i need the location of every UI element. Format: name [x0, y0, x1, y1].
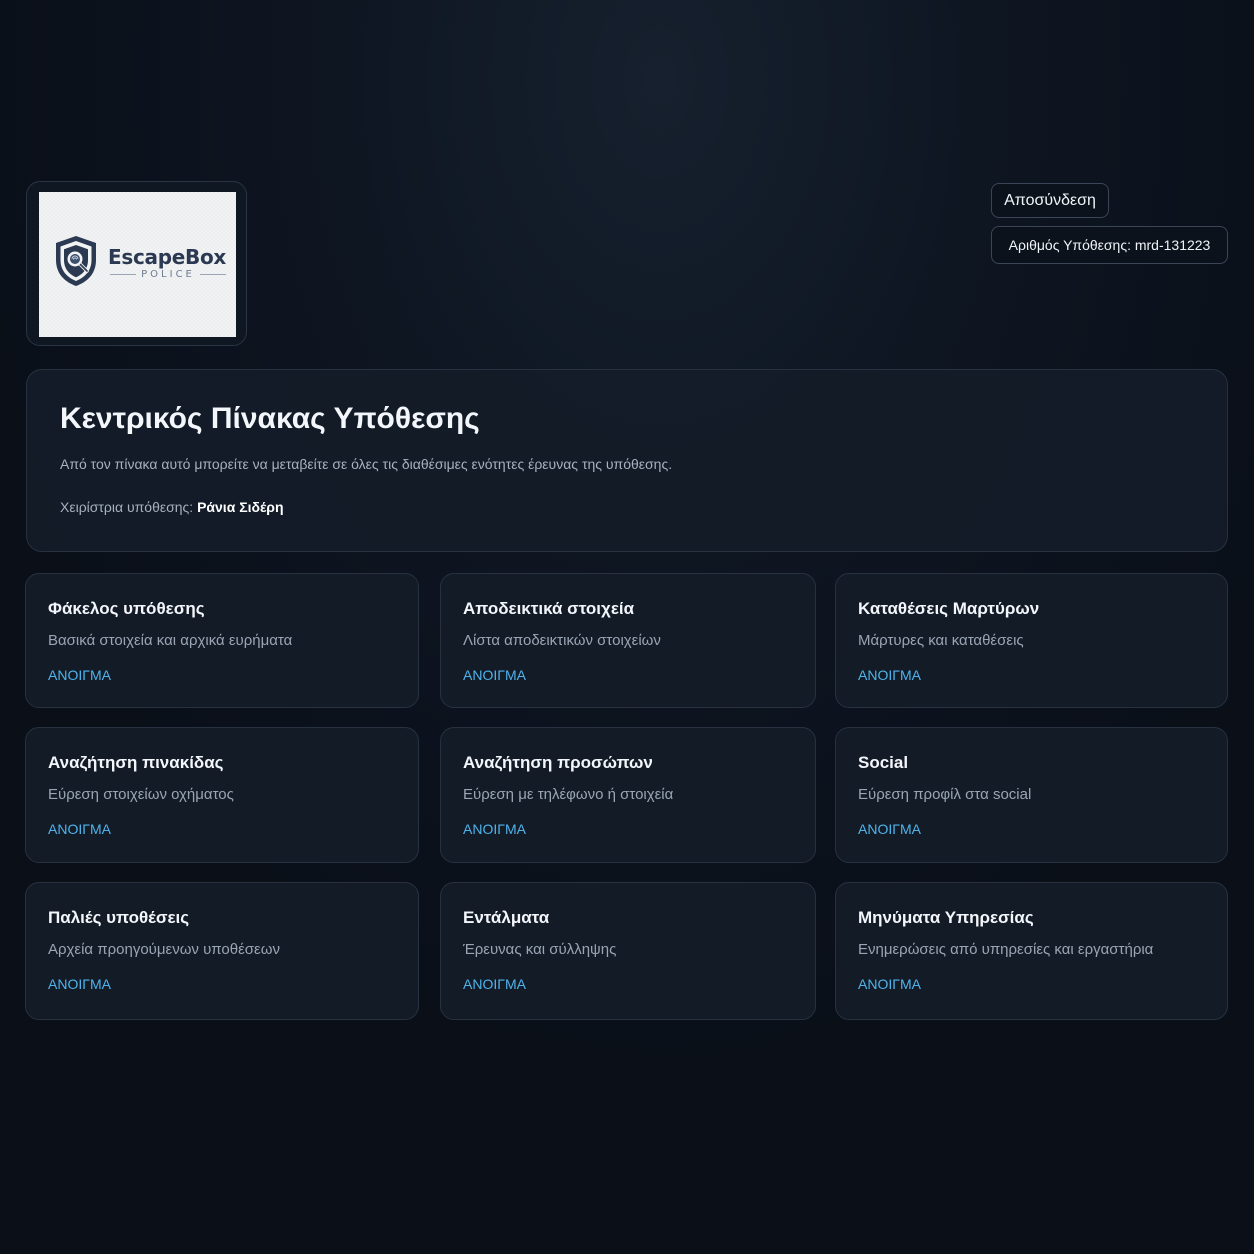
card-description: Αρχεία προηγούμενων υποθέσεων [48, 941, 280, 958]
card-description: Εύρεση προφίλ στα social [858, 786, 1032, 803]
card-title: Εντάλματα [463, 908, 550, 927]
page-description: Από τον πίνακα αυτό μπορείτε να μεταβείτ… [60, 456, 673, 472]
logo-brand-name: EscapeBox [108, 245, 226, 269]
dashboard-intro-panel: Κεντρικός Πίνακας Υπόθεσης Από τον πίνακ… [26, 369, 1228, 552]
card-open-link[interactable]: ΑΝΟΙΓΜΑ [48, 667, 111, 683]
shield-magnifier-icon [56, 236, 96, 286]
card-description: Λίστα αποδεικτικών στοιχείων [463, 632, 661, 649]
logo-rule-left [110, 274, 137, 275]
card-evidence[interactable]: Αποδεικτικά στοιχεία Λίστα αποδεικτικών … [440, 573, 816, 708]
card-open-link[interactable]: ΑΝΟΙΓΜΑ [858, 821, 921, 837]
card-description: Βασικά στοιχεία και αρχικά ευρήματα [48, 632, 293, 649]
card-open-link[interactable]: ΑΝΟΙΓΜΑ [48, 976, 111, 992]
case-manager-name: Ράνια Σιδέρη [197, 499, 284, 515]
card-title: Μηνύματα Υπηρεσίας [858, 908, 1034, 927]
card-open-link[interactable]: ΑΝΟΙΓΜΑ [858, 976, 921, 992]
card-title: Καταθέσεις Μαρτύρων [858, 599, 1040, 618]
card-description: Έρευνας και σύλληψης [463, 941, 617, 958]
card-title: Αποδεικτικά στοιχεία [463, 599, 635, 618]
card-open-link[interactable]: ΑΝΟΙΓΜΑ [463, 821, 526, 837]
card-description: Εύρεση με τηλέφωνο ή στοιχεία [463, 786, 674, 803]
card-open-link[interactable]: ΑΝΟΙΓΜΑ [463, 976, 526, 992]
card-open-link[interactable]: ΑΝΟΙΓΜΑ [858, 667, 921, 683]
logout-button[interactable]: Αποσύνδεση [991, 183, 1109, 218]
card-warrants[interactable]: Εντάλματα Έρευνας και σύλληψης ΑΝΟΙΓΜΑ [440, 882, 816, 1020]
page-title: Κεντρικός Πίνακας Υπόθεσης [60, 402, 480, 435]
card-title: Αναζήτηση προσώπων [463, 753, 653, 772]
logo-sub-text: POLICE [141, 269, 195, 280]
case-manager-label: Χειρίστρια υπόθεσης: [60, 499, 194, 515]
card-title: Φάκελος υπόθεσης [48, 599, 205, 618]
card-description: Ενημερώσεις από υπηρεσίες και εργαστήρια [858, 941, 1154, 958]
card-service-messages[interactable]: Μηνύματα Υπηρεσίας Ενημερώσεις από υπηρε… [835, 882, 1228, 1020]
card-title: Παλιές υποθέσεις [48, 908, 190, 927]
logo: EscapeBox POLICE [39, 192, 236, 337]
logo-brand-sub: POLICE [110, 269, 227, 280]
card-title: Αναζήτηση πινακίδας [48, 753, 224, 772]
card-title: Social [858, 753, 909, 772]
card-plate-search[interactable]: Αναζήτηση πινακίδας Εύρεση στοιχείων οχή… [25, 727, 419, 863]
case-manager: Χειρίστρια υπόθεσης: Ράνια Σιδέρη [60, 499, 284, 515]
card-social[interactable]: Social Εύρεση προφίλ στα social ΑΝΟΙΓΜΑ [835, 727, 1228, 863]
card-person-search[interactable]: Αναζήτηση προσώπων Εύρεση με τηλέφωνο ή … [440, 727, 816, 863]
card-case-file[interactable]: Φάκελος υπόθεσης Βασικά στοιχεία και αρχ… [25, 573, 419, 708]
card-old-cases[interactable]: Παλιές υποθέσεις Αρχεία προηγούμενων υπο… [25, 882, 419, 1020]
card-description: Μάρτυρες και καταθέσεις [858, 632, 1024, 649]
case-number-badge: Αριθμός Υπόθεσης: mrd-131223 [991, 226, 1228, 264]
card-open-link[interactable]: ΑΝΟΙΓΜΑ [48, 821, 111, 837]
card-open-link[interactable]: ΑΝΟΙΓΜΑ [463, 667, 526, 683]
logo-frame: EscapeBox POLICE [26, 181, 247, 346]
logo-rule-right [199, 274, 227, 275]
card-witness-statements[interactable]: Καταθέσεις Μαρτύρων Μάρτυρες και καταθέσ… [835, 573, 1228, 708]
card-description: Εύρεση στοιχείων οχήματος [48, 786, 234, 803]
